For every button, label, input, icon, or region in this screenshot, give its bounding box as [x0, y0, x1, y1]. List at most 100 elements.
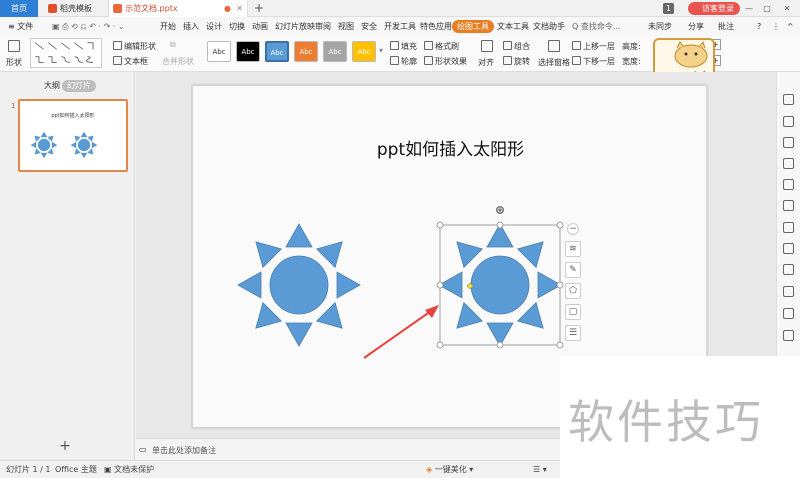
menu-security[interactable]: 安全 [361, 17, 377, 36]
notes-view-icon[interactable]: ☰ ▾ [533, 461, 547, 478]
shape-button[interactable]: 形状 [6, 57, 22, 68]
fill-button[interactable]: 填充 [390, 41, 417, 52]
style-preset-5[interactable]: Abc [323, 41, 347, 62]
unsaved-dot-icon: ● [224, 4, 231, 13]
menu-insert[interactable]: 插入 [183, 17, 199, 36]
merge-shape-icon: ⧉ [170, 40, 176, 49]
style-preset-6[interactable]: Abc [352, 41, 376, 62]
sun-ray [40, 152, 48, 159]
outline-box-icon[interactable]: ▢ [565, 304, 581, 320]
rotate-button[interactable]: 旋转 [503, 56, 530, 67]
shape-icon[interactable] [8, 40, 22, 53]
format-brush-button[interactable]: 格式刷 [424, 41, 459, 52]
menu-text-tools[interactable]: 文本工具 [497, 17, 529, 36]
visitor-login-button[interactable]: 访客登录 [688, 2, 740, 15]
collapse-toolbar-icon[interactable]: − [567, 223, 579, 235]
more-menu-icon[interactable]: ⋮ [772, 17, 780, 36]
command-search[interactable]: Q 查找命令... [572, 17, 620, 36]
shape-library-icon[interactable] [783, 137, 794, 148]
sun-ray [285, 322, 313, 347]
group-button[interactable]: 组合 [503, 41, 530, 52]
sun-ray [74, 148, 81, 155]
sun-ray [80, 152, 88, 159]
slides-panel: 大纲 幻灯片 1 ppt如何插入太阳形 + [0, 72, 135, 460]
sun-ray [70, 141, 77, 149]
style-gallery-more-icon[interactable]: ▾ [379, 46, 383, 55]
sun-shape-left[interactable] [237, 223, 361, 347]
sun-ray [34, 148, 41, 155]
menu-slideshow[interactable]: 幻灯片放映 [275, 17, 315, 36]
help-button[interactable]: ? [757, 17, 761, 36]
edit-shape-button[interactable]: 编辑形状 [113, 41, 156, 52]
tab-home[interactable]: 首页 [0, 0, 38, 17]
slides-tab[interactable]: 幻灯片 [62, 80, 96, 92]
tab-templates[interactable]: 稻壳模板 [44, 0, 104, 17]
menu-transitions[interactable]: 切换 [229, 17, 245, 36]
menu-design[interactable]: 设计 [206, 17, 222, 36]
restore-button[interactable]: □ [760, 0, 774, 17]
slide-thumbnail[interactable]: ppt如何插入太阳形 [18, 99, 128, 172]
copy-icon[interactable] [783, 116, 794, 127]
quick-access-toolbar[interactable]: ▣ ⎙ ⟲ ⎌ ↶ · ↷ · ⌄ [52, 17, 125, 36]
menu-animations[interactable]: 动画 [252, 17, 268, 36]
fill-bucket-icon[interactable]: ⬠ [565, 283, 581, 299]
slide-number: 1 [11, 102, 16, 110]
style-preset-2[interactable]: Abc [236, 41, 260, 62]
add-slide-button[interactable]: + [58, 438, 72, 454]
new-tab-button[interactable]: + [252, 0, 266, 17]
image-icon[interactable] [783, 243, 794, 254]
sun-shape-selected[interactable] [438, 223, 562, 347]
sync-status[interactable]: 未同步 [648, 17, 672, 36]
move-down-button[interactable]: 下移一层 [572, 56, 615, 67]
merge-shape-button[interactable]: 合并形状 [162, 56, 194, 67]
protect-status[interactable]: ▣ 文档未保护 [104, 461, 154, 478]
sun-ray [87, 148, 94, 155]
text-icon[interactable] [783, 308, 794, 319]
style-preset-4[interactable]: Abc [294, 41, 318, 62]
outline-tab[interactable]: 大纲 [40, 80, 64, 92]
property-icon[interactable] [783, 94, 794, 105]
rotate-handle-icon[interactable] [496, 206, 504, 214]
text-wrap-icon[interactable]: ☰ [565, 325, 581, 341]
minimize-button[interactable]: — [742, 0, 756, 17]
tab-document[interactable]: 示范文档.pptx ● ✕ [108, 0, 248, 17]
format-brush-icon [424, 41, 433, 50]
layers-icon[interactable]: ≋ [565, 241, 581, 257]
menu-drawing-tools[interactable]: 绘图工具 [452, 20, 494, 33]
close-tab-icon[interactable]: ✕ [236, 0, 243, 17]
collapse-ribbon-icon[interactable]: ^ [787, 17, 794, 36]
shape-gallery[interactable] [30, 38, 102, 68]
menu-doc-assistant[interactable]: 文档助手 [533, 17, 565, 36]
move-up-button[interactable]: 上移一层 [572, 41, 615, 52]
text-box-button[interactable]: 文本框 [113, 56, 148, 67]
menu-featured[interactable]: 特色应用 [420, 17, 452, 36]
menu-file[interactable]: ≡ 文件 [8, 17, 33, 36]
sun-ray [315, 301, 343, 329]
beautify-button[interactable]: ◈ 一键美化 ▾ [426, 461, 473, 478]
share-button[interactable]: 分享 [688, 17, 704, 36]
menu-home[interactable]: 开始 [160, 17, 176, 36]
archive-icon[interactable] [783, 286, 794, 297]
chart-icon[interactable] [783, 222, 794, 233]
style-preset-3[interactable]: Abc [265, 41, 289, 62]
table-icon[interactable] [783, 179, 794, 190]
menu-review[interactable]: 审阅 [315, 17, 331, 36]
animation-pane-icon[interactable] [783, 158, 794, 169]
style-preset-1[interactable]: Abc [207, 41, 231, 62]
selection-pane-button[interactable]: 选择窗格 [538, 57, 570, 68]
edit-shape-label: 编辑形状 [124, 42, 156, 51]
pen-icon[interactable]: ✎ [565, 262, 581, 278]
outline-button[interactable]: 轮廓 [390, 56, 417, 67]
shape-effect-button[interactable]: 形状效果 [424, 56, 467, 67]
align-button[interactable]: 对齐 [478, 57, 494, 68]
audio-icon[interactable] [783, 330, 794, 341]
sun-ray [456, 301, 484, 329]
style-icon[interactable] [783, 200, 794, 211]
menu-view[interactable]: 视图 [338, 17, 354, 36]
menu-developer[interactable]: 开发工具 [384, 17, 416, 36]
theme-name[interactable]: Office 主题 [55, 461, 97, 478]
window-count-badge[interactable]: 1 [663, 3, 674, 14]
link-icon[interactable] [783, 264, 794, 275]
comment-button[interactable]: 批注 [718, 17, 734, 36]
close-window-button[interactable]: ✕ [780, 0, 794, 17]
